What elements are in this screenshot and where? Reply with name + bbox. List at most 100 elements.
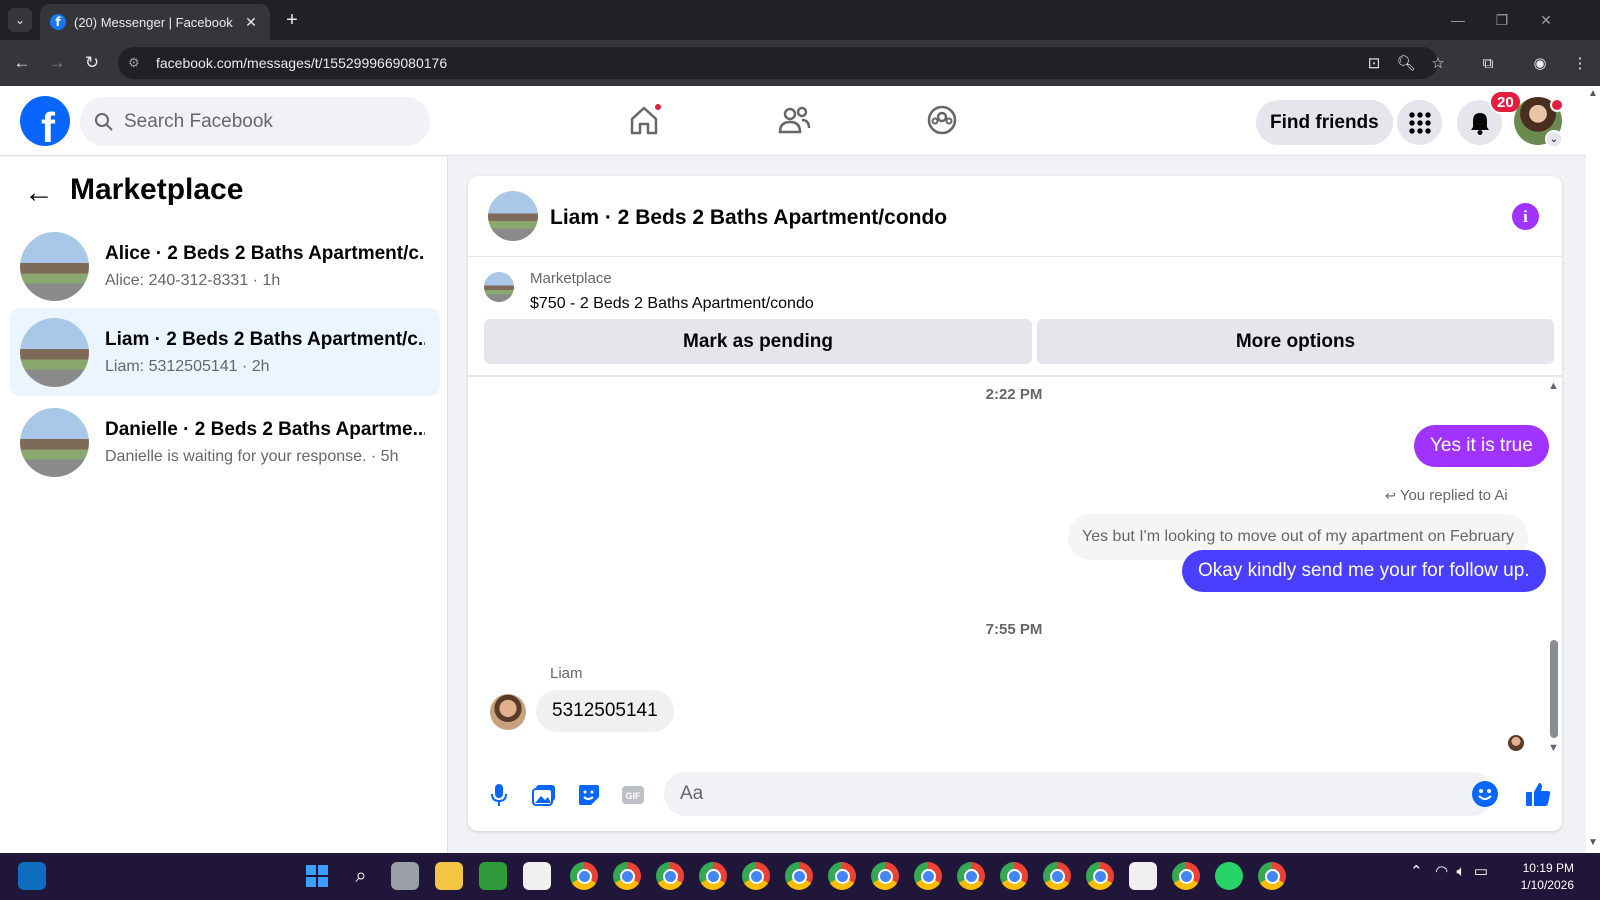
spreadsheet-app-icon[interactable] [479, 862, 507, 890]
microsoft-store-icon[interactable] [523, 862, 551, 890]
file-explorer-icon[interactable] [435, 862, 463, 890]
install-app-icon[interactable]: ⊡ [1362, 51, 1386, 75]
minimize-icon[interactable]: — [1436, 6, 1480, 34]
message-timestamp: 7:55 PM [985, 621, 1043, 638]
zoom-icon[interactable]: 🔍︎ [1394, 51, 1418, 75]
tab-search-chevron-icon[interactable]: ⌄ [8, 8, 32, 32]
message-timestamp: 2:22 PM [985, 386, 1043, 403]
tab-close-icon[interactable]: ✕ [242, 14, 260, 31]
chrome-icon[interactable] [957, 862, 985, 890]
facebook-search[interactable] [80, 97, 430, 146]
account-chevron-icon[interactable]: ⌄ [1545, 130, 1563, 148]
chrome-icon[interactable] [785, 862, 813, 890]
reply-arrow-icon: ↩ [1385, 488, 1396, 503]
more-options-button[interactable]: More options [1037, 319, 1554, 364]
chrome-icon[interactable] [570, 862, 598, 890]
chrome-icon[interactable] [1258, 862, 1286, 890]
volume-icon[interactable]: 🔈︎ [1457, 863, 1466, 880]
page-scrollbar[interactable] [1586, 86, 1600, 853]
marketplace-label: Marketplace [530, 270, 612, 287]
chrome-icon[interactable] [914, 862, 942, 890]
listing-thumbnail[interactable] [484, 272, 514, 302]
marketplace-title: Marketplace [70, 173, 244, 206]
page-scroll-up-icon[interactable]: ▲ [1588, 88, 1598, 99]
search-input[interactable] [124, 110, 404, 133]
back-icon[interactable]: ← [10, 51, 34, 75]
chat-snippet: Alice: 240-312-8331 · 1h [105, 272, 281, 289]
new-tab-plus-icon[interactable]: + [280, 8, 304, 32]
scroll-down-arrow-icon[interactable]: ▼ [1548, 742, 1559, 754]
friends-nav-icon[interactable] [774, 100, 814, 140]
page-scroll-down-icon[interactable]: ▼ [1588, 837, 1598, 848]
mark-as-pending-button[interactable]: Mark as pending [484, 319, 1032, 364]
header-divider [468, 256, 1562, 257]
chat-name: Danielle · 2 Beds 2 Baths Apartme... [105, 419, 425, 440]
outlook-icon[interactable] [18, 862, 46, 890]
chrome-icon[interactable] [742, 862, 770, 890]
chat-snippet: Danielle is waiting for your response. ·… [105, 448, 399, 465]
chrome-icon[interactable] [828, 862, 856, 890]
browser-tab-messenger[interactable]: f (20) Messenger | Facebook ✕ [40, 4, 270, 40]
maximize-icon[interactable]: ❐ [1480, 6, 1524, 34]
clock-date[interactable]: 1/10/2026 [1514, 878, 1574, 892]
whatsapp-icon[interactable] [1215, 862, 1243, 890]
chat-item-danielle[interactable]: Danielle · 2 Beds 2 Baths Apartme... Dan… [10, 398, 440, 486]
battery-icon[interactable]: ▭ [1474, 863, 1488, 880]
back-arrow-icon[interactable]: ← [24, 176, 54, 210]
gif-icon[interactable]: GIF [618, 780, 648, 810]
chat-item-liam[interactable]: Liam · 2 Beds 2 Baths Apartment/c... Lia… [10, 308, 440, 396]
home-notification-dot [653, 102, 663, 112]
forward-icon[interactable]: → [45, 51, 69, 75]
listing-divider [468, 375, 1562, 377]
scroll-up-arrow-icon[interactable]: ▲ [1548, 380, 1559, 392]
my-message-bubble[interactable]: Yes it is true [1414, 425, 1549, 467]
extensions-icon[interactable]: ⧉ [1476, 51, 1500, 75]
chrome-icon[interactable] [699, 862, 727, 890]
my-message-bubble[interactable]: Okay kindly send me your for follow up. [1182, 550, 1546, 592]
chrome-icon[interactable] [871, 862, 899, 890]
tray-chevron-icon[interactable]: ⌃ [1410, 863, 1423, 880]
window-close-icon[interactable]: ✕ [1524, 6, 1568, 34]
wifi-icon[interactable]: ◠ [1435, 863, 1448, 880]
address-bar[interactable]: ⚙ facebook.com/messages/t/15529996690801… [118, 47, 1438, 79]
reload-icon[interactable]: ↻ [80, 51, 104, 75]
chrome-icon[interactable] [613, 862, 641, 890]
conversation-title[interactable]: Liam · 2 Beds 2 Baths Apartment/condo [550, 206, 947, 230]
message-scrollbar-thumb[interactable] [1550, 640, 1558, 738]
svg-text:GIF: GIF [626, 791, 642, 801]
windows-start-icon[interactable] [303, 862, 331, 890]
microphone-icon[interactable] [484, 780, 514, 810]
sticker-icon[interactable] [574, 780, 604, 810]
search-taskbar-icon[interactable]: ⌕ [347, 862, 375, 890]
groups-nav-icon[interactable] [922, 100, 962, 140]
emoji-icon[interactable] [1472, 781, 1498, 807]
chrome-icon[interactable] [1086, 862, 1114, 890]
site-info-icon[interactable]: ⚙ [128, 55, 150, 71]
find-friends-button[interactable]: Find friends [1256, 100, 1393, 145]
menu-grid-icon[interactable] [1397, 100, 1442, 145]
photo-icon[interactable] [529, 780, 559, 810]
facebook-logo[interactable]: f [20, 96, 70, 146]
listing-thumbnail [20, 232, 89, 301]
chrome-icon[interactable] [1000, 862, 1028, 890]
chrome-icon[interactable] [1172, 862, 1200, 890]
message-composer[interactable] [664, 772, 1494, 816]
chrome-icon[interactable] [656, 862, 684, 890]
clock-time[interactable]: 10:19 PM [1514, 861, 1574, 875]
task-view-icon[interactable] [391, 862, 419, 890]
message-input[interactable] [680, 783, 1440, 805]
snipping-tool-icon[interactable] [1129, 862, 1157, 890]
sender-avatar[interactable] [490, 694, 526, 730]
search-icon [95, 112, 113, 131]
chrome-icon[interactable] [1043, 862, 1071, 890]
profile-icon[interactable]: ◉ [1528, 51, 1552, 75]
system-tray[interactable]: ⌃ ◠ 🔈︎ ▭ [1410, 862, 1488, 880]
bookmark-star-icon[interactable]: ☆ [1426, 51, 1450, 75]
chat-item-alice[interactable]: Alice · 2 Beds 2 Baths Apartment/c... Al… [10, 222, 440, 310]
info-icon[interactable]: i [1512, 203, 1539, 230]
thumbs-up-icon[interactable] [1522, 778, 1554, 810]
browser-menu-icon[interactable]: ⋮ [1568, 51, 1592, 75]
their-message-bubble[interactable]: 5312505141 [536, 690, 674, 732]
listing-title[interactable]: $750 - 2 Beds 2 Baths Apartment/condo [530, 295, 814, 313]
conversation-avatar[interactable] [488, 191, 538, 241]
